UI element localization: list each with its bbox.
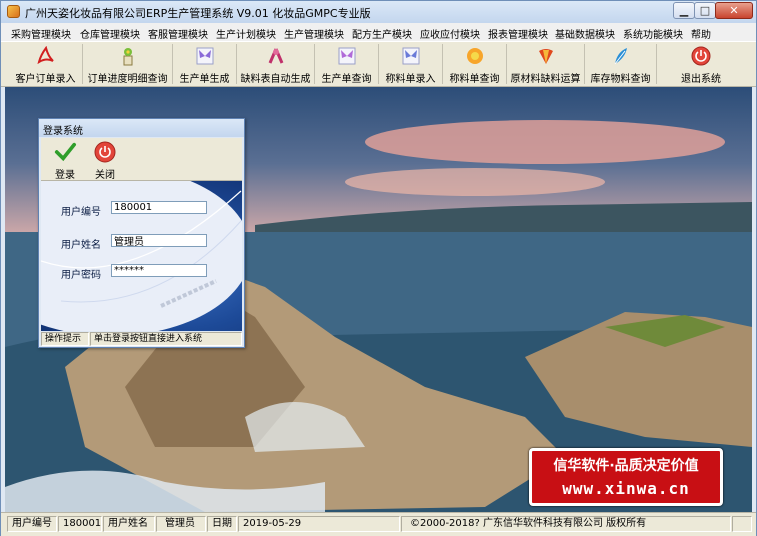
status-date-label: 日期 [207, 516, 237, 532]
toolbar-order-entry-button[interactable]: 客户订单录入 [9, 44, 83, 85]
toolbar-weighing-query-button[interactable]: 称料单查询 [443, 44, 507, 85]
login-title: 登录系统 [43, 126, 83, 137]
app-window: 广州天姿化妆品有限公司ERP生产管理系统 V9.01 化妆品GMPC专业版 ▁ … [0, 0, 757, 536]
login-form: 用户编号 用户姓名 用户密码 [41, 181, 242, 331]
sun-flower-icon [466, 48, 483, 64]
toolbar-label: 生产单查询 [321, 74, 372, 85]
toolbar-shortage-generate-button[interactable]: 缺料表自动生成 [237, 44, 315, 85]
toolbar-label: 生产单生成 [179, 74, 230, 85]
toolbar-order-progress-button[interactable]: 订单进度明细查询 [83, 44, 173, 85]
flower-vase-icon [123, 48, 132, 66]
toolbar-material-shortage-button[interactable]: 原材料缺料运算 [507, 44, 585, 85]
status-user-name-label: 用户姓名 [103, 516, 155, 532]
window-title: 广州天姿化妆品有限公司ERP生产管理系统 V9.01 化妆品GMPC专业版 [25, 7, 371, 20]
toolbar-label: 缺料表自动生成 [240, 74, 311, 85]
menu-production[interactable]: 生产管理模块 [284, 26, 344, 41]
fan-icon [538, 49, 553, 64]
toolbar-label: 称料单录入 [385, 74, 436, 85]
butterfly-icon [402, 47, 419, 65]
login-close-label: 关闭 [95, 170, 115, 181]
power-icon [691, 46, 711, 66]
toolbar-label: 退出系统 [681, 74, 721, 85]
menu-production-plan[interactable]: 生产计划模块 [216, 26, 276, 41]
ribbon-icon [268, 48, 283, 64]
toolbar-label: 订单进度明细查询 [87, 74, 168, 85]
toolbar-inventory-query-button[interactable]: 库存物料查询 [585, 44, 657, 85]
login-button-label: 登录 [55, 170, 75, 181]
title-bar[interactable]: 广州天姿化妆品有限公司ERP生产管理系统 V9.01 化妆品GMPC专业版 ▁ … [1, 1, 756, 23]
toolbar-label: 称料单查询 [449, 74, 500, 85]
password-label: 用户密码 [61, 270, 101, 281]
login-button[interactable]: 登录 [45, 140, 85, 181]
menu-purchase[interactable]: 采购管理模块 [11, 26, 71, 41]
status-user-name: 管理员 [156, 516, 206, 532]
minimize-button[interactable]: ▁ [673, 2, 695, 19]
pdf-icon [36, 46, 54, 65]
menu-help[interactable]: 帮助 [691, 26, 711, 41]
menu-reports[interactable]: 报表管理模块 [488, 26, 548, 41]
close-button[interactable]: ✕ [715, 2, 753, 19]
user-id-label: 用户编号 [61, 207, 101, 218]
checkmark-icon [54, 142, 76, 162]
power-icon [94, 141, 116, 163]
menu-warehouse[interactable]: 仓库管理模块 [80, 26, 140, 41]
status-bar: 用户编号 180001 用户姓名 管理员 日期 2019-05-29 ©2000… [1, 512, 756, 536]
menu-base-data[interactable]: 基础数据模块 [555, 26, 615, 41]
ad-banner[interactable]: 信华软件·品质决定价值 www.xinwa.cn [529, 448, 723, 506]
status-user-id: 180001 [58, 516, 102, 532]
ad-url: www.xinwa.cn [562, 479, 690, 498]
login-status-bar: 操作提示 单击登录按钮直接进入系统 [41, 332, 242, 346]
app-icon [7, 5, 20, 18]
menu-formula[interactable]: 配方生产模块 [352, 26, 412, 41]
status-resize-grip[interactable] [732, 516, 752, 532]
toolbar-label: 原材料缺料运算 [510, 74, 581, 85]
butterfly-icon [196, 47, 213, 65]
menu-receivables[interactable]: 应收应付模块 [420, 26, 480, 41]
login-hint-label: 操作提示 [41, 332, 89, 346]
menu-bar: 采购管理模块 仓库管理模块 客服管理模块 生产计划模块 生产管理模块 配方生产模… [1, 23, 756, 41]
login-toolbar: 登录 关闭 [41, 138, 242, 181]
user-id-input[interactable] [111, 201, 207, 214]
status-date: 2019-05-29 [238, 516, 400, 532]
toolbar-exit-button[interactable]: 退出系统 [657, 44, 745, 85]
status-user-id-label: 用户编号 [7, 516, 57, 532]
menu-customer-service[interactable]: 客服管理模块 [148, 26, 208, 41]
user-name-label: 用户姓名 [61, 240, 101, 251]
status-copyright: ©2000-2018? 广东信华软件科技有限公司 版权所有 [401, 516, 731, 532]
login-dialog: 登录系统 登录 关闭 用户编号 180001 用户姓名 管理员 用户密码 ***… [38, 118, 245, 348]
maximize-button[interactable]: □ [694, 2, 716, 19]
password-input[interactable] [111, 264, 207, 277]
feather-icon [614, 48, 627, 65]
toolbar-label: 库存物料查询 [590, 74, 651, 85]
user-name-input[interactable] [111, 234, 207, 247]
login-hint-text: 单击登录按钮直接进入系统 [90, 332, 242, 346]
login-close-button[interactable]: 关闭 [85, 140, 125, 181]
toolbar-weighing-entry-button[interactable]: 称料单录入 [379, 44, 443, 85]
toolbar-label: 客户订单录入 [15, 74, 76, 85]
toolbar-production-query-button[interactable]: 生产单查询 [315, 44, 379, 85]
toolbar-production-create-button[interactable]: 生产单生成 [173, 44, 237, 85]
butterfly-icon [338, 47, 355, 65]
toolbar: 客户订单录入 订单进度明细查询 生产单生成 缺料表自动生成 生产单查询 称料单录… [1, 41, 756, 87]
login-title-bar[interactable]: 登录系统 [39, 119, 244, 137]
menu-system[interactable]: 系统功能模块 [623, 26, 683, 41]
ad-slogan: 信华软件·品质决定价值 [553, 458, 699, 474]
